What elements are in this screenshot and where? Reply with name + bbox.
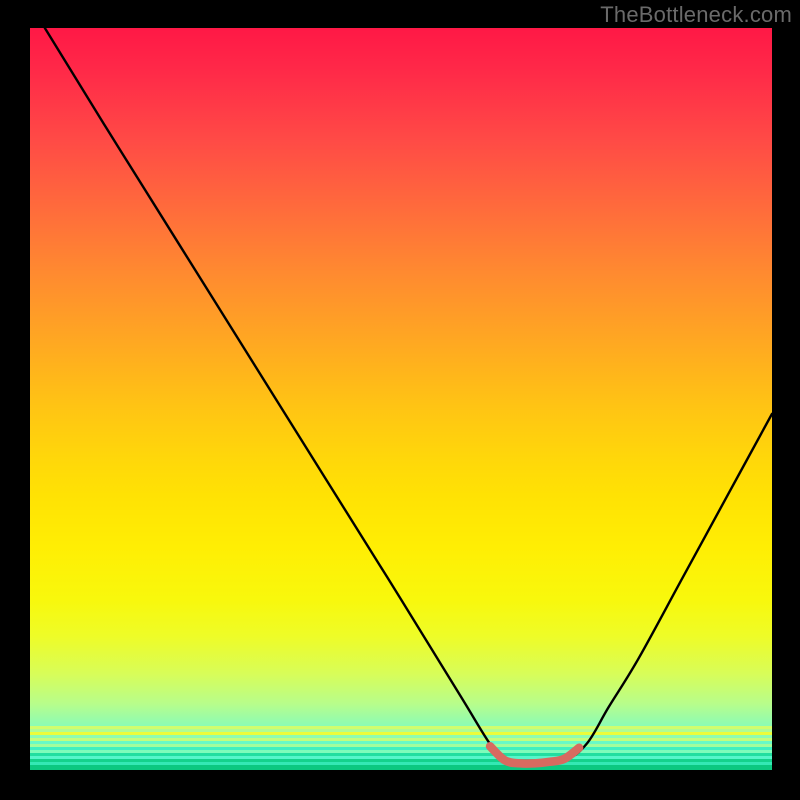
curves-layer (30, 28, 772, 770)
plot-area (30, 28, 772, 770)
main-curve (45, 28, 772, 764)
bottom-segment (490, 746, 579, 763)
chart-frame: TheBottleneck.com (0, 0, 800, 800)
watermark-text: TheBottleneck.com (600, 2, 792, 28)
